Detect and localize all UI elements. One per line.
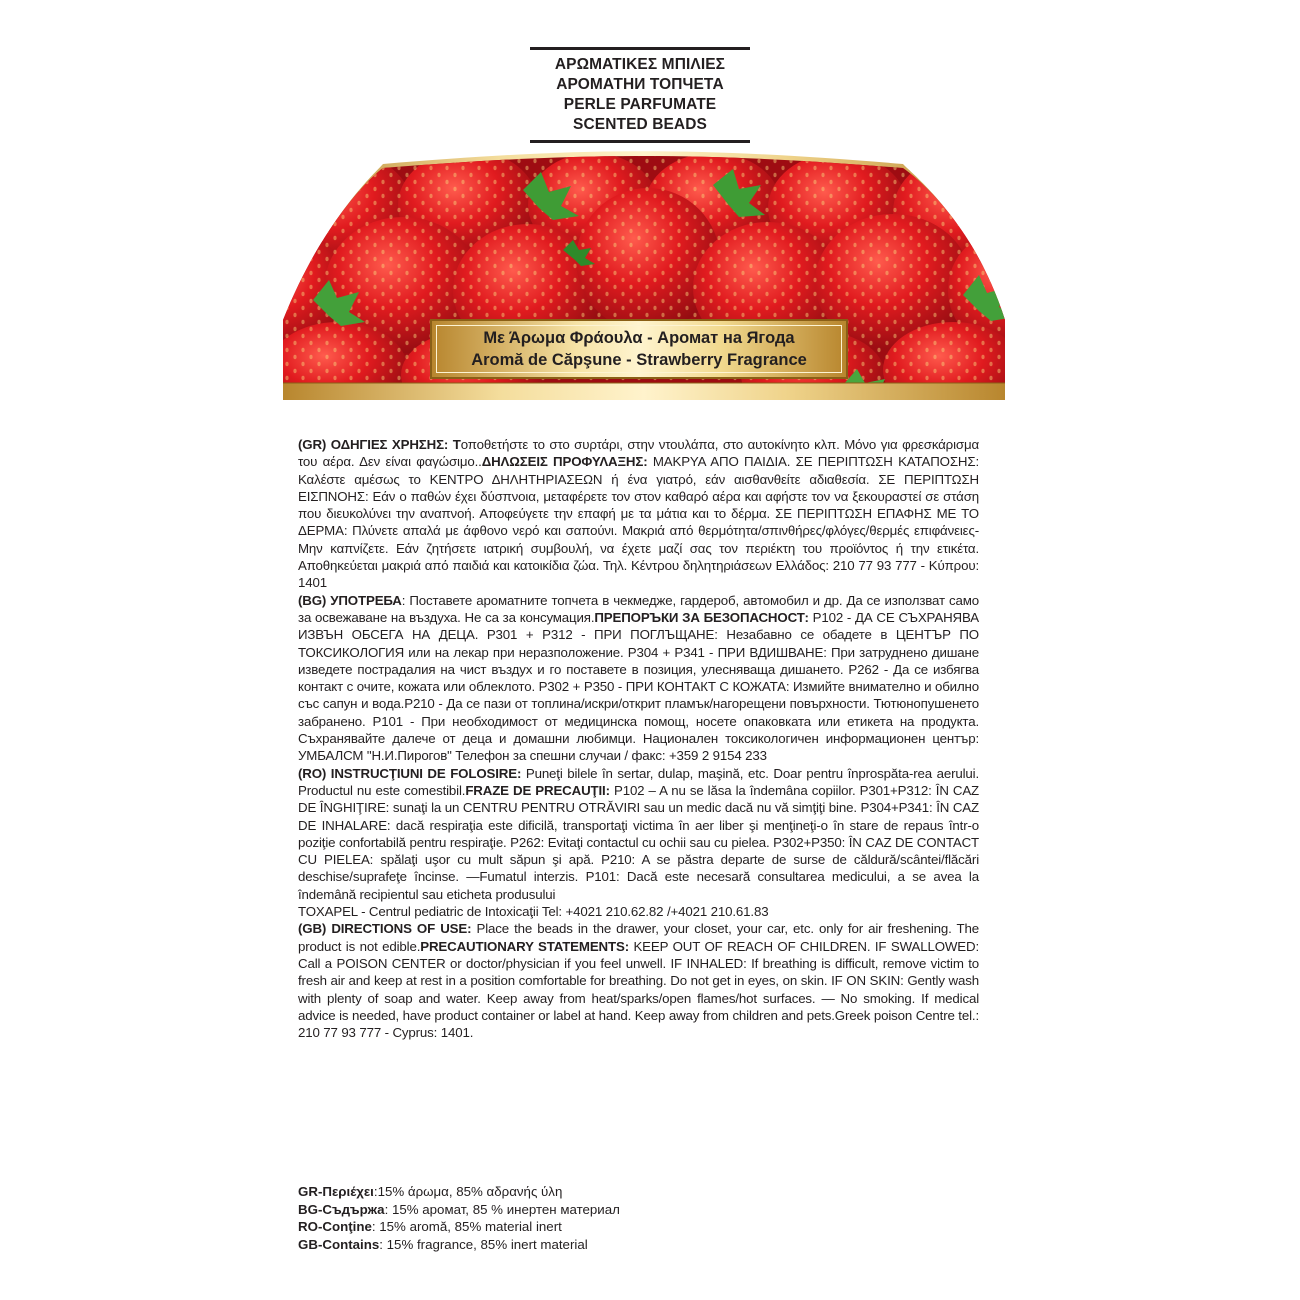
product-title-block: ΑΡΩΜΑΤΙΚΕΣ ΜΠΙΛΙΕΣ АРОМАТНИ ТОПЧЕТА PERL…	[530, 47, 750, 143]
contents-ro-text: : 15% aromă, 85% material inert	[371, 1219, 562, 1234]
title-english: SCENTED BEADS	[573, 116, 707, 133]
section-gr-precautions-label: ΔΗΛΩΣΕΙΣ ΠΡΟΦΥΛΑΞΗΣ:	[481, 454, 648, 470]
contents-list: GR-Περιέχει:15% άρωμα, 85% αδρανής ύλη B…	[298, 1183, 858, 1253]
contents-ro: RO-Conţine: 15% aromă, 85% material iner…	[298, 1218, 858, 1236]
section-gr: (GR) ΟΔΗΓΙΕΣ ΧΡΗΣΗΣ: Tοποθετήστε το στο …	[298, 436, 979, 592]
strawberry-banner: Με Άρωμα Φράουλα - Аромат на Ягода Aromă…	[283, 150, 1005, 400]
contents-gr: GR-Περιέχει:15% άρωμα, 85% αδρανής ύλη	[298, 1183, 858, 1201]
section-gr-precautions-text: ΜΑΚΡΥΑ ΑΠΟ ΠΑΙΔΙΑ. ΣΕ ΠΕΡΙΠΤΩΣΗ ΚΑΤΑΠΟΣΗ…	[298, 454, 980, 591]
contents-gr-text: :15% άρωμα, 85% αδρανής ύλη	[373, 1184, 563, 1199]
fragrance-label: Με Άρωμα Φράουλα - Аромат на Ягода Aromă…	[430, 319, 848, 379]
fragrance-name-gr-bg: Με Άρωμα Φράουλα - Аромат на Ягода	[483, 329, 795, 347]
contents-gb-label: GB-Contains	[298, 1236, 380, 1252]
contents-bg: BG-Съдържа: 15% аромат, 85 % инертен мат…	[298, 1201, 858, 1219]
section-ro-label: (RO) INSTRUCŢIUNI DE FOLOSIRE:	[298, 765, 522, 781]
section-bg-precautions-label: ПРЕПОРЪКИ ЗА БЕЗОПАСНОСТ:	[594, 609, 809, 625]
title-greek: ΑΡΩΜΑΤΙΚΕΣ ΜΠΙΛΙΕΣ	[554, 56, 726, 73]
section-ro: (RO) INSTRUCŢIUNI DE FOLOSIRE: Puneţi bi…	[298, 765, 979, 903]
section-bg: (BG) УПОТРЕБА: Поставете ароматните топч…	[298, 592, 979, 765]
section-ro-poison-centre: TOXAPEL - Centrul pediatric de Intoxicaţ…	[298, 904, 769, 920]
section-gb-label: (GB) DIRECTIONS OF USE:	[298, 921, 472, 937]
section-ro-precautions-text: P102 – A nu se lăsa la îndemâna copiilor…	[298, 782, 980, 902]
section-gb-precautions-label: PRECAUTIONARY STATEMENTS:	[420, 938, 629, 954]
contents-gb: GB-Contains: 15% fragrance, 85% inert ma…	[298, 1236, 858, 1254]
title-romanian: PERLE PARFUMATE	[563, 96, 717, 113]
contents-gb-text: : 15% fragrance, 85% inert material	[379, 1236, 588, 1252]
section-bg-precautions-text: P102 - ДА СЕ СЪХРАНЯВА ИЗВЪН ОБСЕГА НА Д…	[298, 609, 979, 764]
title-bulgarian: АРОМАТНИ ТОПЧЕТА	[556, 76, 724, 93]
contents-ro-label: RO-Conţine	[298, 1219, 372, 1234]
instructions-text: (GR) ΟΔΗΓΙΕΣ ΧΡΗΣΗΣ: Tοποθετήστε το στο …	[298, 436, 979, 1041]
contents-bg-label: BG-Съдържа	[298, 1201, 385, 1217]
contents-bg-text: : 15% аромат, 85 % инертен материал	[384, 1201, 620, 1217]
fragrance-name-ro-gb: Aromă de Căpşune - Strawberry Fragrance	[471, 351, 807, 369]
section-ro-precautions-label: FRAZE DE PRECAUŢII:	[465, 782, 610, 798]
section-gr-lead: T	[452, 437, 461, 452]
section-gr-label: (GR) ΟΔΗΓΙΕΣ ΧΡΗΣΗΣ:	[298, 437, 449, 452]
section-gb: (GB) DIRECTIONS OF USE: Place the beads …	[298, 920, 979, 1041]
contents-gr-label: GR-Περιέχει	[298, 1184, 374, 1199]
section-bg-label: (BG) УПОТРЕБА	[298, 592, 402, 608]
